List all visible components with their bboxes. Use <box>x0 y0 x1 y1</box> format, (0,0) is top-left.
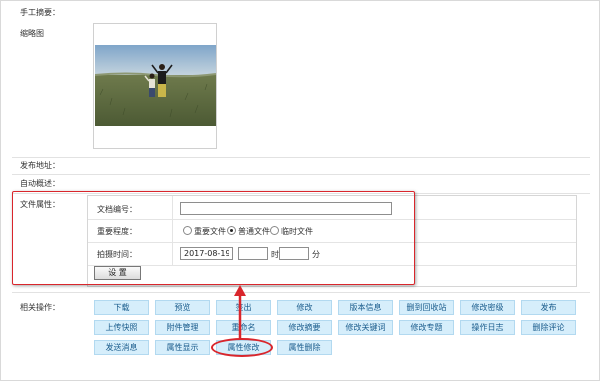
modify-secret-level-button[interactable]: 修改密级 <box>460 300 515 315</box>
auto-summary-label: 自动概述： <box>20 179 60 188</box>
manual-summary-label: 手工摘要： <box>20 8 60 17</box>
operation-log-button[interactable]: 操作日志 <box>460 320 515 335</box>
attribute-delete-button[interactable]: 属性删除 <box>277 340 332 355</box>
modify-keywords-button[interactable]: 修改关键词 <box>338 320 393 335</box>
divider <box>12 292 590 293</box>
arrow-up-icon <box>234 285 246 340</box>
thumbnail-label: 缩略图 <box>20 29 44 38</box>
upload-snapshot-button[interactable]: 上传快照 <box>94 320 149 335</box>
modify-summary-button[interactable]: 修改摘要 <box>277 320 332 335</box>
divider <box>12 174 590 175</box>
divider <box>12 157 590 158</box>
attribute-display-button[interactable]: 属性显示 <box>155 340 210 355</box>
modify-button[interactable]: 修改 <box>277 300 332 315</box>
delete-to-recycle-button[interactable]: 删到回收站 <box>399 300 454 315</box>
version-info-button[interactable]: 版本信息 <box>338 300 393 315</box>
related-operations-label: 相关操作： <box>20 303 60 312</box>
thumbnail-frame[interactable] <box>93 23 217 149</box>
attachment-management-button[interactable]: 附件管理 <box>155 320 210 335</box>
preview-button[interactable]: 预览 <box>155 300 210 315</box>
publish-button[interactable]: 发布 <box>521 300 576 315</box>
send-message-button[interactable]: 发送消息 <box>94 340 149 355</box>
publish-address-label: 发布地址： <box>20 161 60 170</box>
highlight-box <box>12 191 415 285</box>
modify-topic-button[interactable]: 修改专题 <box>399 320 454 335</box>
thumbnail-photo <box>95 45 216 126</box>
download-button[interactable]: 下载 <box>94 300 149 315</box>
delete-comment-button[interactable]: 删除评论 <box>521 320 576 335</box>
